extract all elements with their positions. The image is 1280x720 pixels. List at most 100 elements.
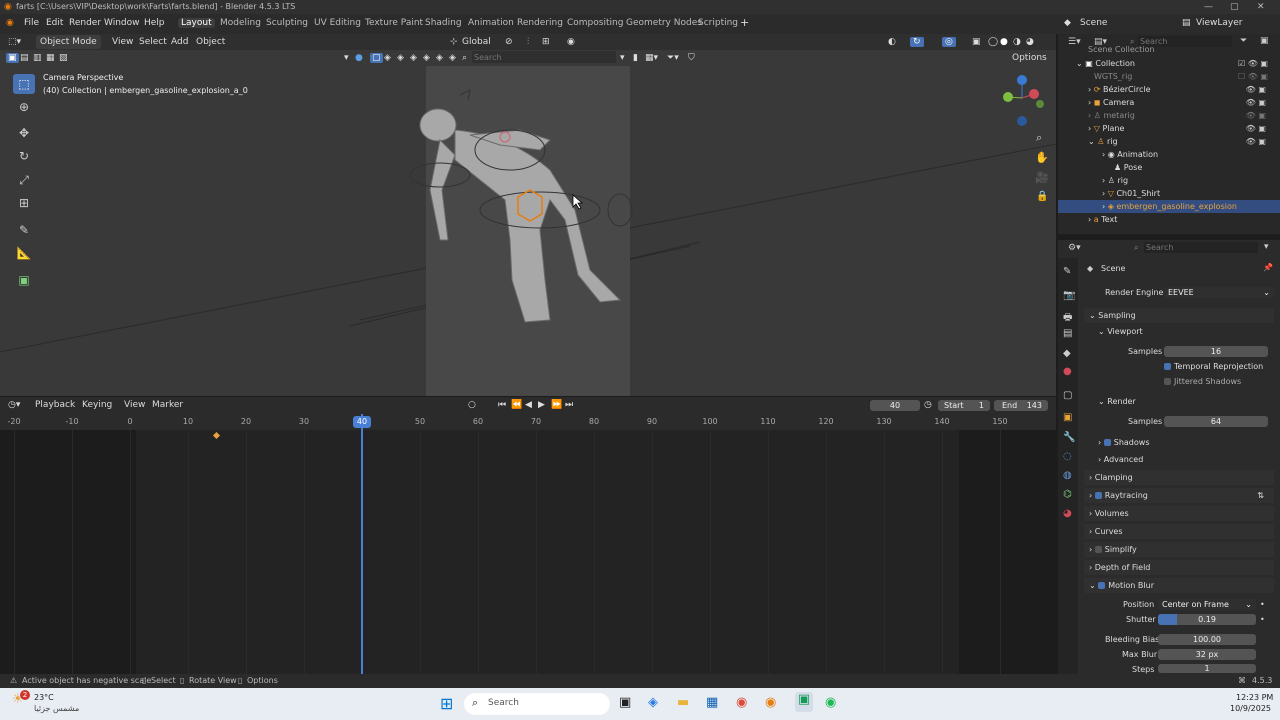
camera-view-icon[interactable]: 🎥 [1035, 171, 1049, 184]
jump-start-icon[interactable]: ⏮ [498, 400, 506, 410]
transform-tool-icon[interactable]: ⊞ [13, 193, 35, 213]
checkbox-icon[interactable]: ☐ 👁 ▣ [1238, 70, 1278, 83]
tab-compositing[interactable]: Compositing [564, 18, 626, 28]
navigation-gizmo[interactable] [996, 72, 1052, 128]
timeline-view-menu[interactable]: View [124, 400, 145, 410]
particles-tab-icon[interactable]: ◌ [1063, 451, 1072, 462]
eye-icon[interactable]: 👁 ▣ [1238, 109, 1278, 122]
playback-menu[interactable]: Playback [35, 400, 75, 410]
cursor-tool-icon[interactable]: ⊕ [13, 97, 35, 117]
expand-arrow-icon[interactable]: › [1088, 124, 1091, 133]
material-tab-icon[interactable]: ◕ [1063, 508, 1072, 519]
filter-other-icon[interactable]: ◈ [449, 53, 456, 63]
shield-icon[interactable]: ⛉ [688, 53, 695, 63]
jittered-shadows-checkbox[interactable]: Jittered Shadows [1164, 377, 1241, 386]
filter-curve-icon[interactable]: ◈ [397, 53, 404, 63]
tab-modeling[interactable]: Modeling [217, 18, 264, 28]
filter-mesh-icon[interactable]: ◈ [384, 53, 391, 63]
character-mesh[interactable] [400, 80, 680, 330]
overlay-toggle-icon[interactable]: ◎ [942, 37, 956, 47]
expand-arrow-icon[interactable]: › [1088, 98, 1091, 107]
physics-tab-icon[interactable]: ◍ [1063, 470, 1072, 481]
volumes-panel-header[interactable]: › Volumes [1084, 506, 1274, 521]
filter-scene-icon[interactable]: ● [355, 53, 363, 63]
position-dropdown[interactable]: Center on Frame ⌄ [1158, 599, 1256, 610]
tab-scripting[interactable]: Scripting [695, 18, 741, 28]
presets-icon[interactable]: ⇅ [1257, 488, 1264, 503]
outliner-row-rig-data[interactable]: › ♙ rig [1058, 174, 1280, 187]
orientation-dropdown[interactable]: Global [462, 37, 491, 47]
timeline-body[interactable] [0, 430, 1056, 674]
timeline-ruler[interactable]: -20 -10 0 10 20 30 40 50 60 70 80 90 100 110 120 130 140… [0, 414, 1056, 430]
menu-add[interactable]: Add [171, 37, 188, 47]
tab-geometry-nodes[interactable]: Geometry Nodes [623, 18, 705, 28]
outliner-row-scene-collection[interactable]: Scene Collection [1058, 46, 1280, 54]
select-tool-icon[interactable]: ⬚ [13, 74, 35, 94]
viewport-samples-field[interactable]: 16 [1164, 346, 1268, 357]
max-blur-field[interactable]: 32 px [1158, 649, 1256, 660]
bookmark-icon[interactable]: ▮ [633, 53, 638, 63]
play-reverse-icon[interactable]: ◀ [525, 400, 532, 410]
blender-taskbar-icon[interactable]: ◉ [765, 695, 776, 710]
editor-type-icon[interactable]: ⬚▾ [8, 37, 21, 47]
expand-arrow-icon[interactable]: › [1102, 176, 1105, 185]
render-engine-dropdown[interactable]: EEVEE ⌄ [1164, 287, 1274, 298]
jump-keyframe-forward-icon[interactable]: ⏩ [551, 400, 562, 410]
clamping-panel-header[interactable]: › Clamping [1084, 470, 1274, 485]
properties-options-icon[interactable]: ▾ [1264, 242, 1269, 252]
current-frame-field[interactable]: 40 [870, 400, 920, 411]
viewport-subpanel-header[interactable]: ⌄ Viewport [1098, 327, 1143, 336]
active-app-icon[interactable]: ▣ [795, 692, 813, 712]
filter-funnel-icon[interactable]: ⏷▾ [667, 53, 679, 63]
measure-tool-icon[interactable]: 📐 [13, 243, 35, 263]
blender-menu-icon[interactable]: ◉ [6, 18, 14, 28]
shading-material-icon[interactable]: ◑ [1013, 37, 1021, 47]
search-dropdown-icon[interactable]: ▾ [620, 53, 625, 63]
eye-icon[interactable]: 👁 ▣ [1238, 122, 1278, 135]
eye-icon[interactable]: 👁 ▣ [1238, 96, 1278, 109]
select-mode-extend-icon[interactable]: ▤ [20, 53, 29, 63]
menu-help[interactable]: Help [144, 18, 165, 28]
annotate-tool-icon[interactable]: ✎ [13, 220, 35, 240]
outliner-filter-icon[interactable]: ⏷ [1240, 36, 1247, 46]
playhead[interactable] [361, 414, 363, 674]
spotify-icon[interactable]: ◉ [825, 695, 836, 710]
eye-icon[interactable]: 👁 ▣ [1238, 135, 1278, 148]
properties-search-input[interactable] [1144, 242, 1258, 253]
menu-view[interactable]: View [112, 37, 133, 47]
raytracing-panel-header[interactable]: › Raytracing ⇅ [1084, 488, 1274, 503]
jump-keyframe-back-icon[interactable]: ⏪ [511, 400, 522, 410]
expand-arrow-icon[interactable]: › [1088, 215, 1091, 224]
pivot-icon[interactable]: ⊘ [505, 37, 513, 47]
task-view-icon[interactable]: ▣ [619, 695, 631, 710]
dropdown-arrow-icon[interactable]: ▾ [344, 53, 349, 63]
rotate-tool-icon[interactable]: ↻ [13, 146, 35, 166]
file-explorer-icon[interactable]: ▬ [677, 695, 689, 710]
snap-icon[interactable]: ⫶ [527, 37, 529, 47]
select-box-mode-icon[interactable]: ▣ [6, 53, 19, 63]
playhead-frame-label[interactable]: 40 [353, 416, 371, 428]
tab-layout[interactable]: Layout [178, 18, 215, 28]
render-subpanel-header[interactable]: ⌄ Render [1098, 397, 1136, 406]
properties-editor-icon[interactable]: ⚙▾ [1068, 243, 1081, 253]
marker-menu[interactable]: Marker [152, 400, 183, 410]
motion-blur-panel-header[interactable]: ⌄ Motion Blur [1084, 578, 1274, 593]
sampling-panel-header[interactable]: ⌄ Sampling [1084, 308, 1274, 323]
expand-arrow-icon[interactable]: ⌄ [1076, 59, 1083, 68]
select-mode-difference-icon[interactable]: ▦ [46, 53, 55, 63]
shutter-slider[interactable]: 0.19 [1158, 614, 1256, 625]
jump-end-icon[interactable]: ⏭ [565, 400, 573, 410]
scale-tool-icon[interactable]: ⤢ [13, 170, 35, 190]
constraints-tab-icon[interactable]: ⌬ [1063, 489, 1072, 500]
tool-tab-icon[interactable]: ✎ [1063, 266, 1071, 277]
expand-arrow-icon[interactable]: › [1102, 189, 1105, 198]
menu-render[interactable]: Render [69, 18, 101, 28]
advanced-subpanel[interactable]: › Advanced [1098, 455, 1143, 464]
maximize-icon[interactable]: ▢ [1230, 0, 1239, 14]
dof-panel-header[interactable]: › Depth of Field [1084, 560, 1274, 575]
outliner-row-ch01-shirt[interactable]: › ▽ Ch01_Shirt [1058, 187, 1280, 200]
expand-arrow-icon[interactable]: › [1102, 150, 1105, 159]
keying-menu[interactable]: Keying [82, 400, 112, 410]
windows-start-icon[interactable]: ⊞ [440, 694, 453, 713]
world-tab-icon[interactable]: ● [1063, 366, 1072, 377]
